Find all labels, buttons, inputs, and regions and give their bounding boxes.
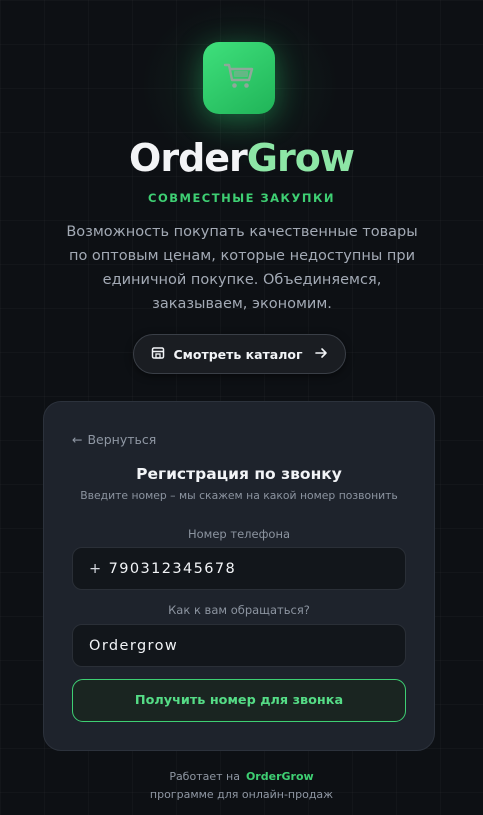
footer-line1: Работает на OrderGrow — [0, 768, 483, 786]
phone-input[interactable]: + 790312345678 — [72, 547, 406, 590]
registration-card: ← Вернуться Регистрация по звонку Введит… — [43, 401, 435, 751]
brand-description: Возможность покупать качественные товары… — [66, 224, 418, 312]
form-subtitle: Введите номер – мы скажем на какой номер… — [80, 489, 398, 502]
brand-name-order: Order — [129, 136, 248, 180]
get-call-number-button[interactable]: Получить номер для звонка — [72, 679, 406, 722]
footer-brand-link[interactable]: OrderGrow — [246, 770, 314, 783]
phone-label: Номер телефона — [187, 527, 291, 541]
footer: Работает на OrderGrow программе для онлай… — [0, 768, 483, 804]
form-title: Регистрация по звонку — [136, 465, 342, 483]
view-catalog-button[interactable]: Смотреть каталог — [133, 334, 346, 374]
brand-tagline: СОВМЕСТНЫЕ ЗАКУПКИ — [148, 191, 335, 205]
footer-prefix: Работает на — [169, 770, 240, 783]
name-value: Ordergrow — [89, 637, 179, 654]
arrow-right-icon — [314, 347, 328, 362]
footer-line2: программе для онлайн-продаж — [149, 788, 334, 801]
brand-name-grow: Grow — [246, 136, 355, 180]
app-logo — [203, 42, 275, 114]
arrow-left-icon: ← — [72, 432, 83, 447]
brand-title: OrderGrow — [0, 134, 483, 182]
name-label: Как к вам обращаться? — [168, 603, 310, 617]
view-catalog-label: Смотреть каталог — [173, 346, 303, 362]
phone-value: 790312345678 — [108, 560, 237, 577]
back-link-label: Вернуться — [87, 432, 157, 447]
phone-prefix: + — [89, 560, 103, 577]
store-icon — [151, 346, 165, 363]
name-input[interactable]: Ordergrow — [72, 624, 406, 667]
back-link[interactable]: ← Вернуться — [72, 432, 156, 448]
shopping-cart-icon — [222, 61, 256, 95]
